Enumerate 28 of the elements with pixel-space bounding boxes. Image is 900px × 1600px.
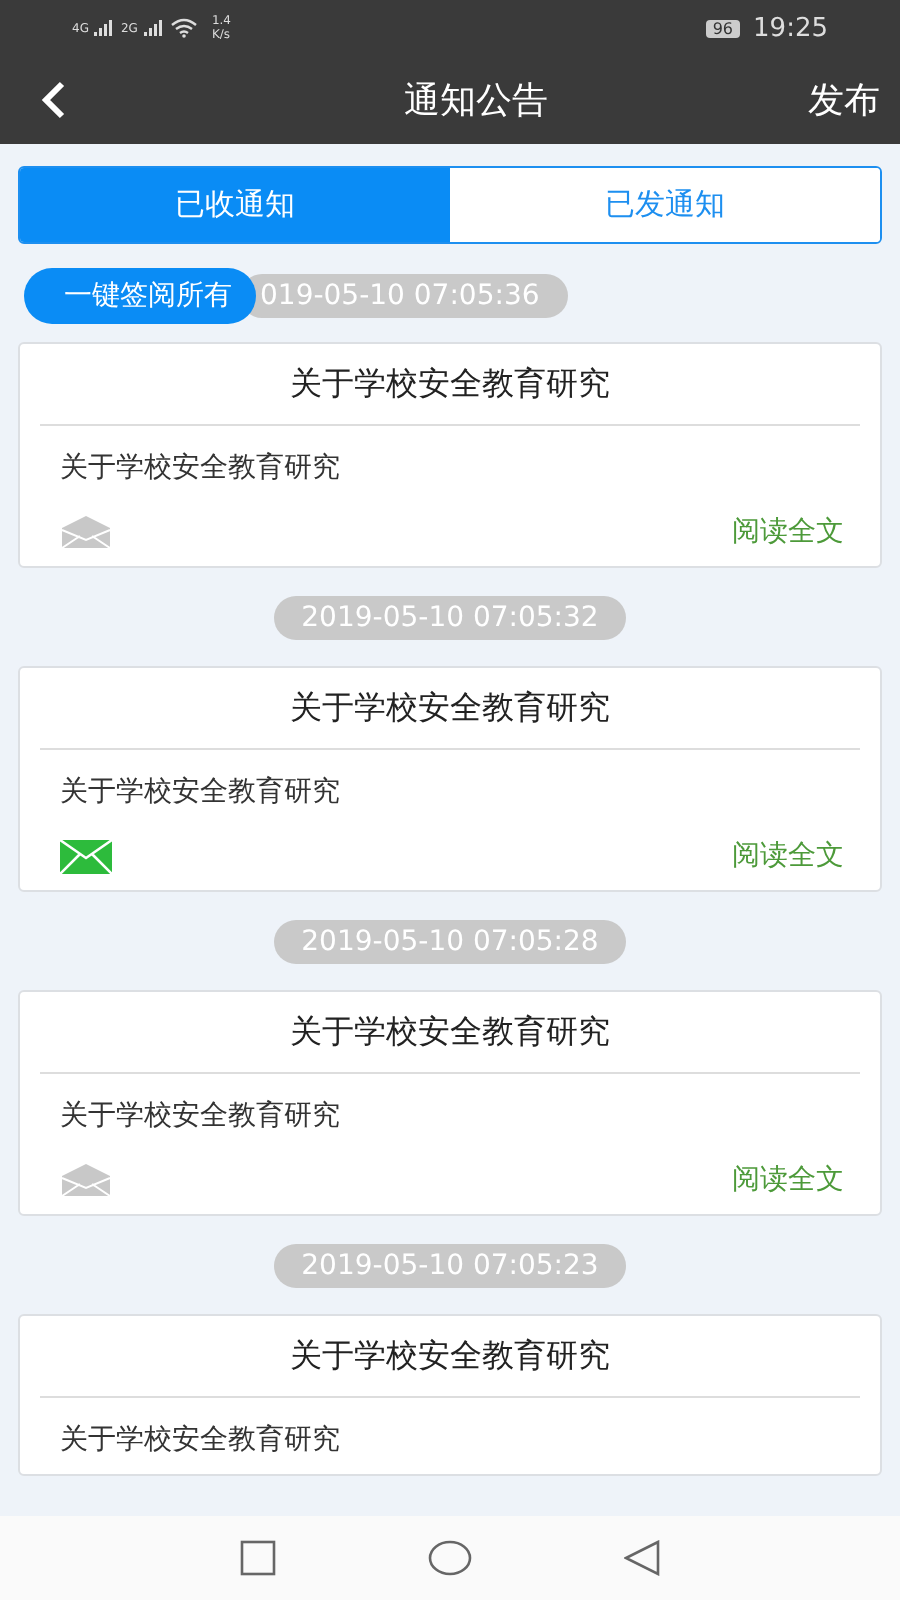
read-more-link[interactable]: 阅读全文 bbox=[732, 514, 844, 550]
sign-all-button[interactable]: 一键签阅所有 bbox=[24, 268, 256, 324]
signal-icon bbox=[143, 20, 164, 36]
battery-level: 96 bbox=[706, 19, 740, 37]
notice-summary: 关于学校安全教育研究 bbox=[58, 450, 342, 488]
clock: 19:25 bbox=[753, 13, 828, 43]
tab[interactable]: 已发通知 bbox=[450, 168, 880, 242]
notice-title: 关于学校安全教育研究 bbox=[40, 992, 860, 1074]
notice-card[interactable]: 关于学校安全教育研究 关于学校安全教育研究 bbox=[18, 1314, 882, 1476]
tab[interactable]: 已收通知 bbox=[20, 168, 450, 242]
home-icon[interactable] bbox=[428, 1540, 472, 1576]
wifi-icon bbox=[169, 18, 198, 38]
notice-summary: 关于学校安全教育研究 bbox=[58, 1422, 342, 1460]
notice-summary: 关于学校安全教育研究 bbox=[58, 1098, 342, 1136]
notice-card[interactable]: 关于学校安全教育研究 关于学校安全教育研究 阅读全文 bbox=[18, 666, 882, 892]
notice-title: 关于学校安全教育研究 bbox=[40, 668, 860, 750]
signal-icon bbox=[94, 20, 115, 36]
notice-title: 关于学校安全教育研究 bbox=[40, 1316, 860, 1398]
notice-card[interactable]: 关于学校安全教育研究 关于学校安全教育研究 阅读全文 bbox=[18, 342, 882, 568]
back-icon[interactable] bbox=[624, 1540, 660, 1576]
page-title: 通知公告 bbox=[404, 78, 548, 124]
notice-card[interactable]: 关于学校安全教育研究 关于学校安全教育研究 阅读全文 bbox=[18, 990, 882, 1216]
read-more-link[interactable]: 阅读全文 bbox=[732, 838, 844, 874]
notice-title: 关于学校安全教育研究 bbox=[40, 344, 860, 426]
recent-apps-icon[interactable] bbox=[240, 1540, 276, 1576]
notice-summary: 关于学校安全教育研究 bbox=[58, 774, 342, 812]
read-more-link[interactable]: 阅读全文 bbox=[732, 1162, 844, 1198]
publish-button[interactable]: 发布 bbox=[808, 76, 880, 124]
